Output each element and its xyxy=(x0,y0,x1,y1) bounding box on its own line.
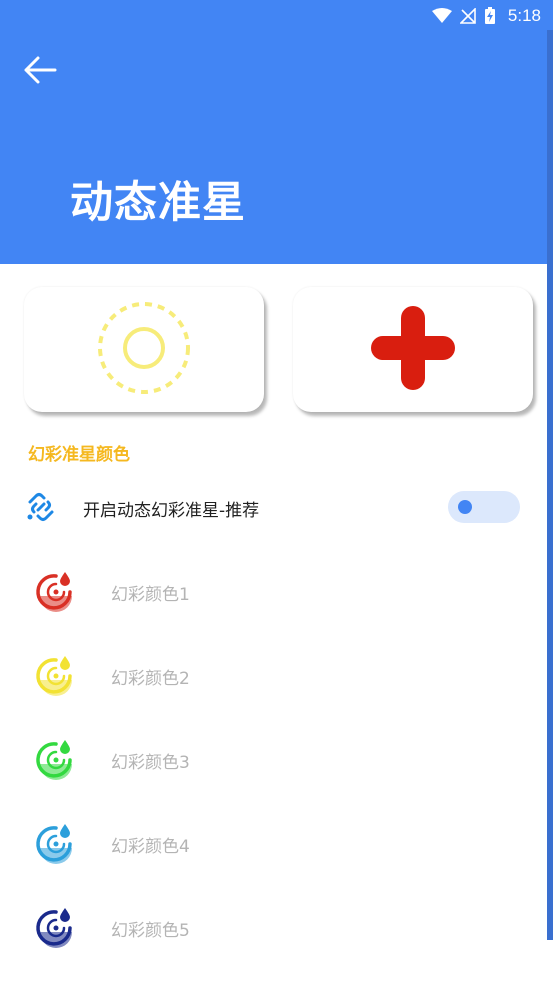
color-item-label: 幻彩颜色1 xyxy=(111,585,190,605)
rainbow-link-icon xyxy=(24,490,58,528)
status-bar: 5:18 xyxy=(0,0,553,32)
color-item-1[interactable]: 幻彩颜色1 xyxy=(0,556,546,626)
color-item-label: 幻彩颜色5 xyxy=(111,921,190,941)
target-drop-icon xyxy=(34,822,78,870)
battery-charging-icon xyxy=(484,7,496,25)
target-drop-icon xyxy=(34,654,78,702)
dashed-circle-crosshair-icon xyxy=(96,300,192,400)
color-item-label: 幻彩颜色4 xyxy=(111,837,190,857)
color-item-5[interactable]: 幻彩颜色5 xyxy=(0,892,546,962)
dynamic-rainbow-toggle-row[interactable]: 开启动态幻彩准星-推荐 xyxy=(0,482,546,534)
page-title: 动态准星 xyxy=(70,178,246,228)
target-drop-icon xyxy=(34,738,78,786)
toggle-row-label: 开启动态幻彩准星-推荐 xyxy=(83,501,260,521)
cross-crosshair-preview[interactable] xyxy=(293,287,533,412)
back-button[interactable] xyxy=(18,50,62,94)
dynamic-rainbow-switch[interactable] xyxy=(448,491,520,523)
switch-knob xyxy=(458,500,472,514)
circle-crosshair-preview[interactable] xyxy=(24,287,264,412)
arrow-left-icon xyxy=(22,55,58,89)
color-item-label: 幻彩颜色3 xyxy=(111,753,190,773)
color-item-label: 幻彩颜色2 xyxy=(111,669,190,689)
color-item-2[interactable]: 幻彩颜色2 xyxy=(0,640,546,710)
color-item-3[interactable]: 幻彩颜色3 xyxy=(0,724,546,794)
target-drop-icon xyxy=(34,906,78,954)
scrollbar[interactable] xyxy=(547,30,553,940)
app-header: 5:18 动态准星 xyxy=(0,0,553,264)
target-drop-icon xyxy=(34,570,78,618)
status-time: 5:18 xyxy=(507,6,541,25)
color-item-4[interactable]: 幻彩颜色4 xyxy=(0,808,546,878)
no-signal-icon xyxy=(459,8,476,24)
section-title: 幻彩准星颜色 xyxy=(28,445,130,465)
wifi-icon xyxy=(431,8,452,24)
plus-crosshair-icon xyxy=(367,302,459,398)
